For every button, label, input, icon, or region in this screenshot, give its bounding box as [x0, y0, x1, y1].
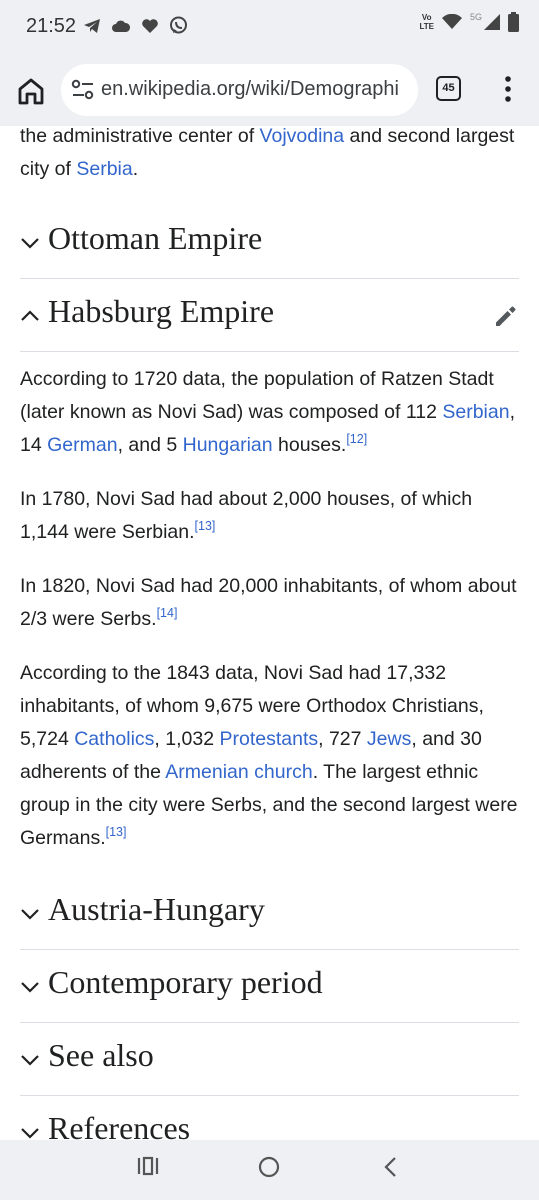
- section-title: Habsburg Empire: [48, 293, 275, 329]
- address-bar[interactable]: en.wikipedia.org/wiki/Demographi: [61, 64, 418, 116]
- chevron-up-icon: [21, 310, 39, 321]
- signal-icon: [484, 14, 500, 30]
- system-nav-bar: [0, 1140, 539, 1200]
- paragraph-1780: In 1780, Novi Sad had about 2,000 houses…: [20, 488, 473, 543]
- section-habsburg-empire[interactable]: Habsburg Empire: [20, 279, 519, 352]
- chevron-down-icon: [21, 909, 39, 920]
- browser-toolbar: en.wikipedia.org/wiki/Demographi 45: [0, 54, 539, 126]
- notification-icons: [83, 16, 188, 35]
- more-menu-icon[interactable]: [500, 76, 516, 102]
- section-title: See also: [48, 1037, 154, 1073]
- link-hungarian[interactable]: Hungarian: [183, 434, 273, 456]
- link-jews[interactable]: Jews: [367, 728, 411, 750]
- chevron-down-icon: [21, 1128, 39, 1139]
- paragraph-1820: In 1820, Novi Sad had 20,000 inhabitants…: [20, 575, 517, 630]
- system-indicators: Vo LTE 5G: [419, 12, 519, 32]
- chevron-down-icon: [21, 1055, 39, 1066]
- tabs-button[interactable]: 45: [436, 76, 461, 101]
- edit-pencil-icon[interactable]: [493, 303, 519, 329]
- section-title: References: [48, 1110, 191, 1140]
- section-title: Austria-Hungary: [48, 891, 265, 927]
- paragraph-1843: According to the 1843 data, Novi Sad had…: [20, 662, 518, 849]
- home-circle-icon[interactable]: [258, 1156, 280, 1178]
- section-austria-hungary[interactable]: Austria-Hungary: [20, 877, 519, 950]
- intro-paragraph: the administrative center of Vojvodina a…: [20, 126, 515, 180]
- reference-12[interactable]: [12]: [346, 432, 367, 446]
- volte-indicator: Vo LTE: [419, 13, 434, 31]
- section-references[interactable]: References: [20, 1096, 519, 1140]
- paragraph-1720: According to 1720 data, the population o…: [20, 368, 515, 456]
- cloud-icon: [112, 20, 131, 32]
- battery-icon: [508, 12, 519, 32]
- link-armenian-church[interactable]: Armenian church: [165, 761, 312, 783]
- link-german[interactable]: German: [47, 434, 117, 456]
- home-icon[interactable]: [16, 76, 46, 106]
- link-protestants[interactable]: Protestants: [219, 728, 318, 750]
- viber-icon: [170, 16, 187, 34]
- section-contemporary-period[interactable]: Contemporary period: [20, 950, 519, 1023]
- status-bar: 21:52 Vo LTE 5G: [0, 0, 539, 54]
- section-title: Ottoman Empire: [48, 220, 263, 256]
- site-settings-icon[interactable]: [71, 79, 95, 101]
- section-ottoman-empire[interactable]: Ottoman Empire: [20, 206, 519, 279]
- wifi-icon: [441, 14, 462, 29]
- link-serbian[interactable]: Serbian: [442, 401, 509, 423]
- heart-icon: [142, 18, 158, 33]
- network-type: 5G: [469, 12, 482, 22]
- url-text[interactable]: en.wikipedia.org/wiki/Demographi: [101, 78, 409, 101]
- chevron-down-icon: [21, 238, 39, 249]
- status-time: 21:52: [26, 15, 77, 37]
- link-catholics[interactable]: Catholics: [74, 728, 154, 750]
- reference-14[interactable]: [14]: [157, 606, 178, 620]
- chevron-down-icon: [21, 982, 39, 993]
- section-see-also[interactable]: See also: [20, 1023, 519, 1096]
- section-title: Contemporary period: [48, 964, 323, 1000]
- article-content: the administrative center of Vojvodina a…: [0, 126, 539, 1140]
- reference-13[interactable]: [13]: [195, 519, 216, 533]
- tab-count: 45: [442, 82, 455, 94]
- back-icon[interactable]: [382, 1156, 398, 1178]
- link-vojvodina[interactable]: Vojvodina: [260, 126, 345, 147]
- link-serbia[interactable]: Serbia: [76, 158, 132, 180]
- reference-13[interactable]: [13]: [106, 825, 127, 839]
- recent-apps-icon[interactable]: [137, 1156, 159, 1176]
- telegram-icon: [84, 18, 100, 33]
